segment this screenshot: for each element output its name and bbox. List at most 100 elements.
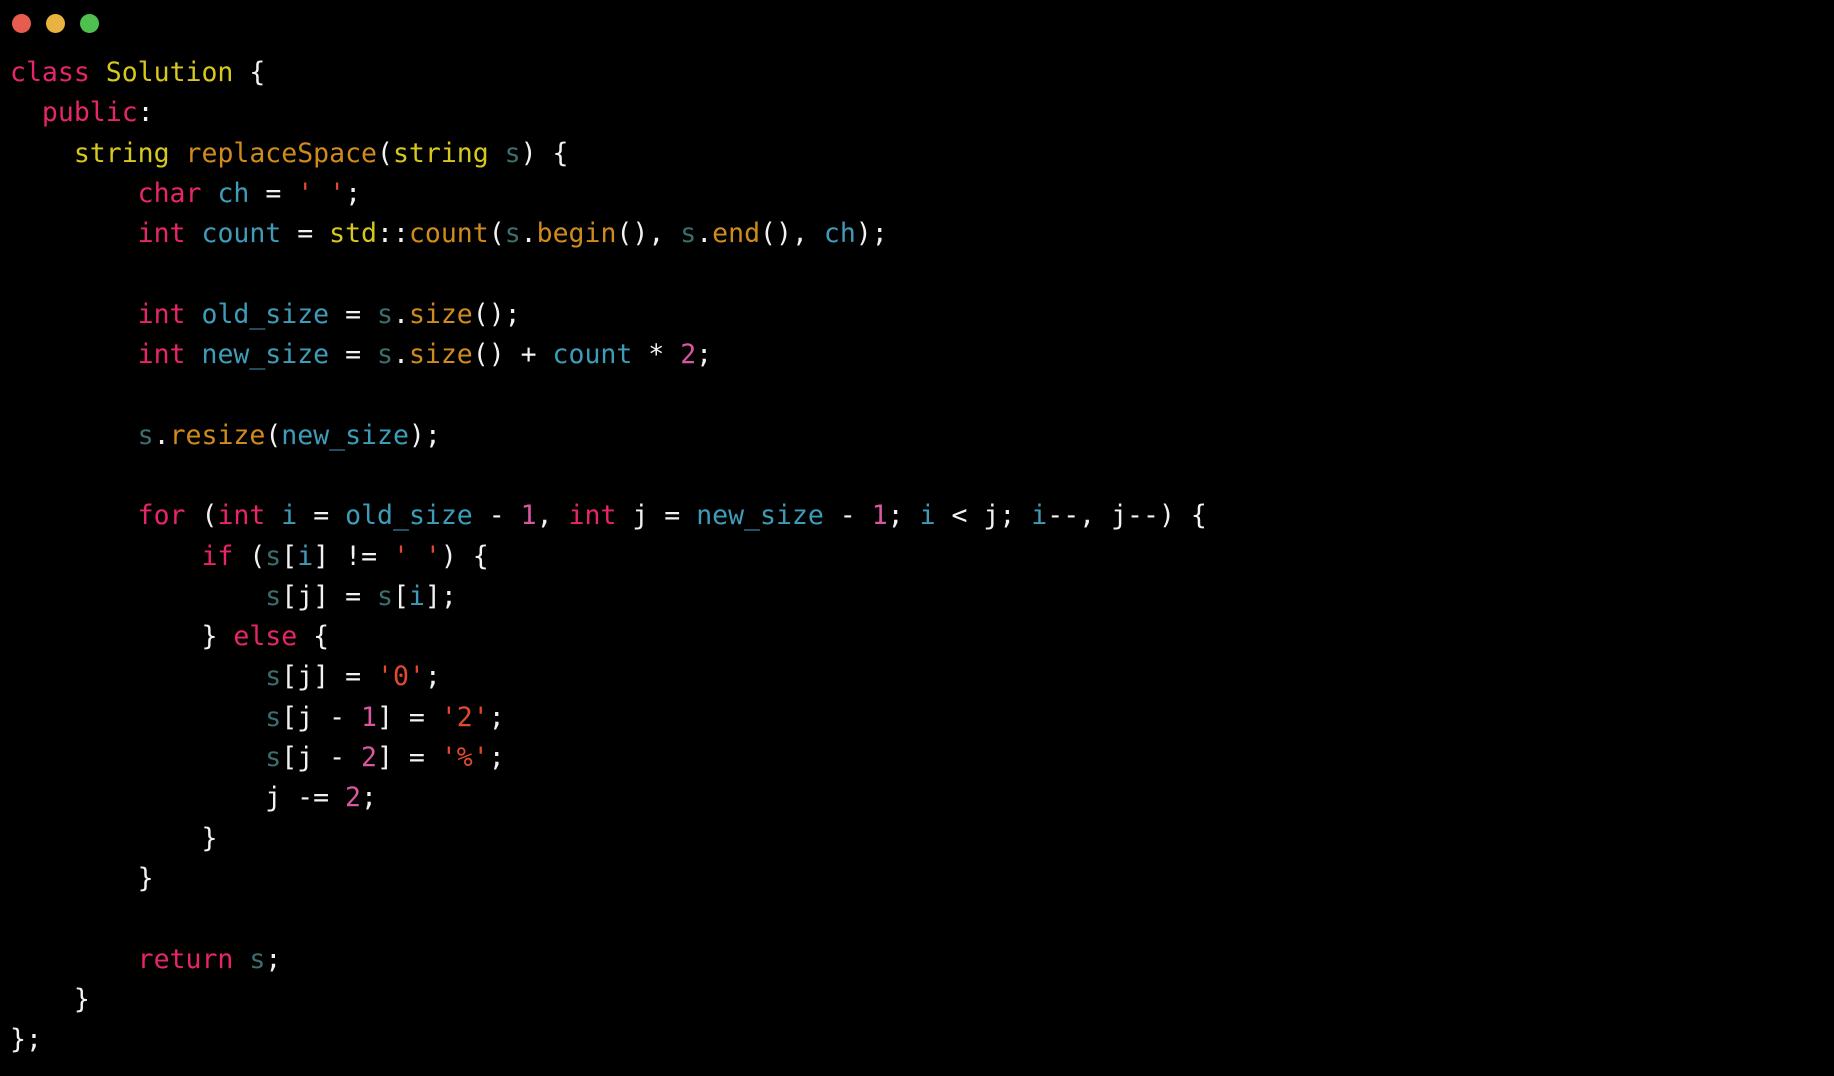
code-token: [j] = bbox=[281, 580, 377, 612]
code-token: < j; bbox=[935, 500, 1032, 532]
code-line[interactable]: }; bbox=[10, 1020, 1834, 1060]
code-token: ; bbox=[488, 701, 505, 733]
code-token: public bbox=[41, 97, 138, 129]
code-token: (), bbox=[760, 218, 824, 250]
code-token: { bbox=[297, 621, 330, 653]
code-token: '0' bbox=[376, 661, 425, 693]
code-line[interactable]: for (int i = old_size - 1, int j = new_s… bbox=[10, 496, 1834, 536]
code-token: old_size bbox=[345, 500, 473, 532]
maximize-window-button[interactable] bbox=[80, 13, 99, 33]
code-token: new_size bbox=[281, 419, 409, 451]
code-token: } bbox=[10, 862, 154, 894]
code-token: s bbox=[376, 580, 393, 612]
code-token: = bbox=[249, 177, 298, 209]
code-token: int bbox=[217, 500, 266, 532]
code-token: ; bbox=[696, 339, 713, 371]
code-line[interactable]: string replaceSpace(string s) { bbox=[10, 134, 1834, 174]
code-token: 1 bbox=[361, 701, 377, 733]
code-token: return bbox=[137, 943, 234, 975]
code-token: std bbox=[329, 218, 378, 250]
code-token: s bbox=[249, 943, 266, 975]
code-token: ch bbox=[217, 177, 250, 209]
code-token: . bbox=[153, 419, 170, 451]
code-token: count bbox=[408, 218, 489, 250]
code-token: . bbox=[392, 339, 409, 371]
code-token: replaceSpace bbox=[185, 137, 377, 169]
code-line[interactable]: if (s[i] != ' ') { bbox=[10, 537, 1834, 577]
code-token: class bbox=[10, 57, 90, 88]
code-line-blank[interactable] bbox=[10, 375, 1834, 415]
code-line[interactable]: public: bbox=[10, 93, 1834, 133]
code-token: ; bbox=[265, 943, 282, 975]
code-line[interactable]: int old_size = s.size(); bbox=[10, 295, 1834, 335]
code-token: i bbox=[408, 580, 425, 612]
code-token: old_size bbox=[201, 298, 330, 330]
code-token: }; bbox=[10, 1024, 42, 1056]
code-token: [ bbox=[281, 540, 298, 572]
code-token: ; bbox=[887, 500, 920, 532]
code-line[interactable]: s[j] = '0'; bbox=[10, 657, 1834, 697]
code-line[interactable]: } bbox=[10, 859, 1834, 899]
window-titlebar[interactable] bbox=[0, 0, 1834, 46]
code-line[interactable]: j -= 2; bbox=[10, 778, 1834, 818]
code-line[interactable]: s.resize(new_size); bbox=[10, 416, 1834, 456]
code-token: . bbox=[392, 298, 409, 330]
code-line[interactable]: class Solution { bbox=[10, 53, 1834, 93]
code-token: :: bbox=[377, 218, 409, 250]
code-line[interactable]: int count = std::count(s.begin(), s.end(… bbox=[10, 214, 1834, 254]
code-line[interactable]: char ch = ' '; bbox=[10, 174, 1834, 214]
code-line[interactable]: int new_size = s.size() + count * 2; bbox=[10, 335, 1834, 375]
code-token: ( bbox=[376, 137, 393, 169]
code-token: - bbox=[823, 500, 872, 532]
code-token: s bbox=[265, 742, 282, 774]
minimize-window-button[interactable] bbox=[46, 13, 65, 33]
code-token: s bbox=[265, 580, 282, 612]
code-token: ] = bbox=[377, 701, 441, 733]
code-token: s bbox=[265, 701, 282, 733]
code-token: () + bbox=[472, 339, 553, 371]
code-line[interactable]: s[j - 2] = '%'; bbox=[10, 738, 1834, 778]
code-token: : bbox=[137, 97, 154, 129]
code-token: ) { bbox=[440, 540, 489, 572]
close-window-button[interactable] bbox=[12, 13, 31, 33]
code-line[interactable]: s[j] = s[i]; bbox=[10, 577, 1834, 617]
code-token: j = bbox=[616, 500, 697, 532]
code-token: ); bbox=[408, 419, 441, 451]
code-token: } bbox=[10, 822, 218, 854]
code-token: [j] = bbox=[281, 661, 377, 693]
code-line[interactable]: } else { bbox=[10, 617, 1834, 657]
code-token: s bbox=[137, 419, 154, 451]
code-token: count bbox=[552, 339, 633, 371]
code-line[interactable]: } bbox=[10, 819, 1834, 859]
code-content[interactable]: class Solution { public: string replaceS… bbox=[0, 46, 1834, 1060]
code-token: } bbox=[10, 621, 234, 653]
code-token: s bbox=[265, 661, 282, 693]
code-token: ) { bbox=[520, 137, 569, 169]
code-line-blank[interactable] bbox=[10, 456, 1834, 496]
code-token: i bbox=[281, 500, 298, 532]
code-line-blank[interactable] bbox=[10, 899, 1834, 939]
code-token: size bbox=[408, 339, 473, 371]
code-line[interactable]: return s; bbox=[10, 940, 1834, 980]
code-token: ( bbox=[185, 500, 218, 532]
code-token: [j - bbox=[281, 701, 362, 733]
code-line[interactable]: } bbox=[10, 980, 1834, 1020]
code-token: resize bbox=[169, 419, 266, 451]
code-line-blank[interactable] bbox=[10, 254, 1834, 294]
code-token: --, j--) { bbox=[1047, 500, 1207, 532]
code-token: i bbox=[1031, 500, 1048, 532]
code-editor-window: class Solution { public: string replaceS… bbox=[0, 0, 1834, 1076]
code-token: } bbox=[10, 983, 90, 1015]
code-token: ] != bbox=[313, 540, 393, 572]
code-token: else bbox=[233, 621, 298, 653]
code-token: '2' bbox=[440, 701, 489, 733]
code-line[interactable]: s[j - 1] = '2'; bbox=[10, 698, 1834, 738]
code-token: begin bbox=[536, 218, 617, 250]
code-token: new_size bbox=[696, 500, 824, 532]
